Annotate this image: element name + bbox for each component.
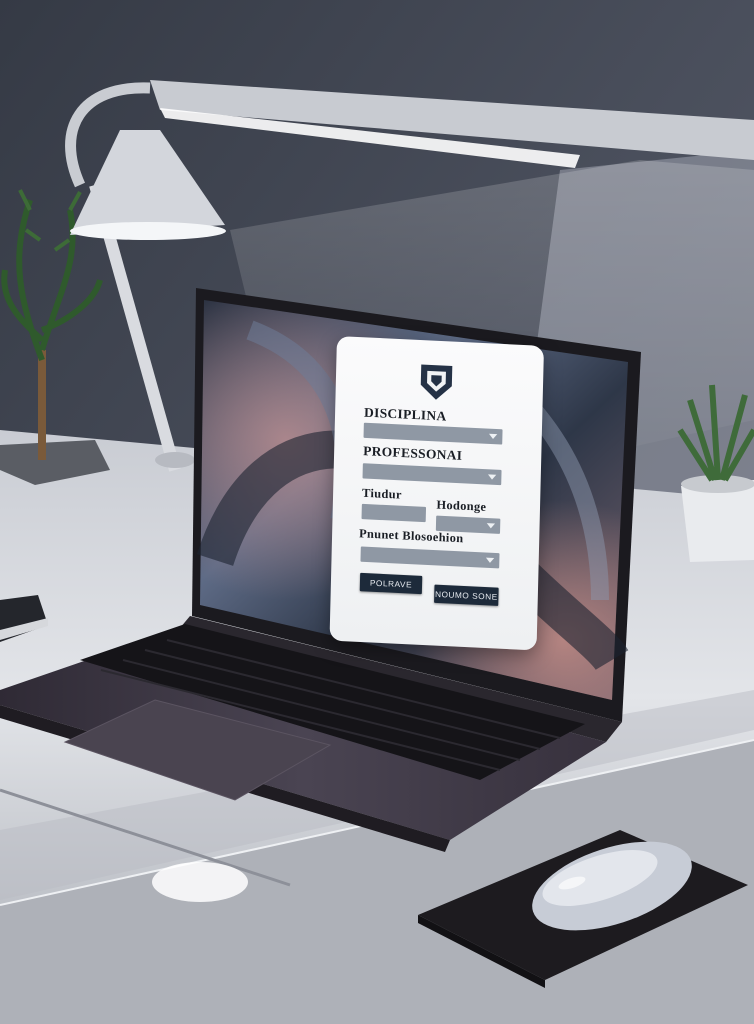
right-label: Hodonge (436, 497, 487, 514)
shield-logo-icon (420, 364, 453, 400)
professional-select[interactable] (362, 463, 502, 486)
left-input[interactable] (361, 503, 427, 523)
left-label: Tiudur (361, 485, 402, 502)
left-action-button[interactable]: POLRAVE (359, 572, 423, 595)
project-select[interactable] (360, 546, 500, 569)
dropdown-caret-icon (486, 523, 496, 529)
title-label: DISCIPLINA (363, 404, 447, 424)
right-action-button[interactable]: NOUMO SONE (434, 584, 499, 606)
dropdown-caret-icon (487, 474, 497, 480)
professional-label: PROFESSONAI (363, 442, 463, 463)
form-card: DISCIPLINA PROFESSONAI Tiudur Hodonge Pn… (329, 336, 544, 651)
title-select[interactable] (363, 422, 503, 445)
dropdown-caret-icon (488, 433, 498, 440)
dropdown-caret-icon (485, 557, 495, 564)
